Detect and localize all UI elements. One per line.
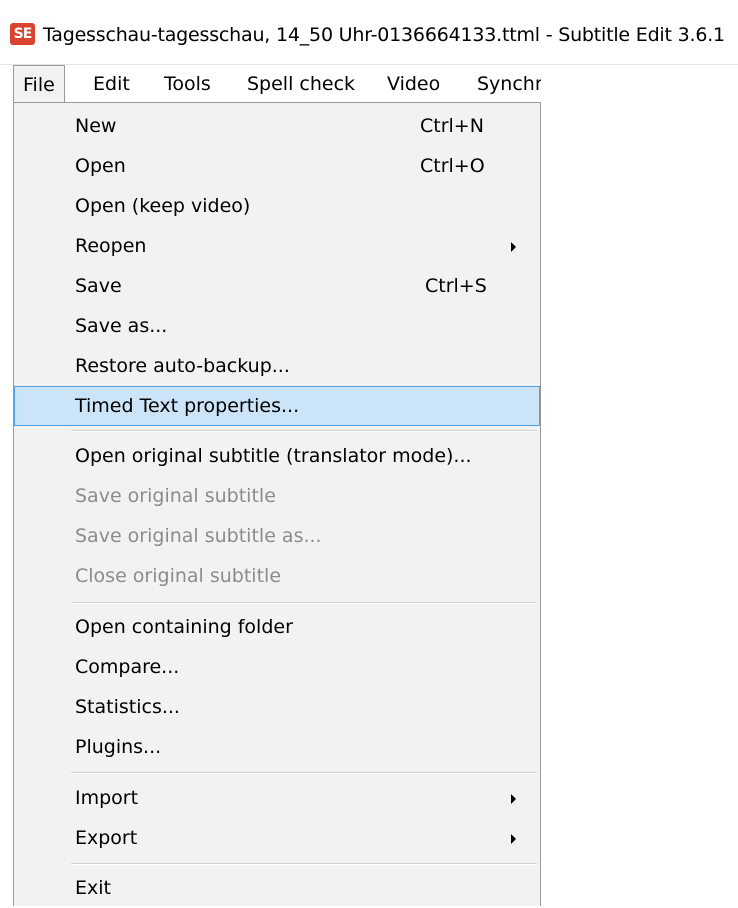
menu-item-timed-text-properties[interactable]: Timed Text properties... — [14, 386, 540, 426]
menu-item-label: Import — [75, 787, 139, 809]
menu-item-shortcut: Ctrl+S — [425, 275, 487, 297]
menu-item-label: Statistics... — [75, 696, 180, 718]
menu-item-open-keep-video[interactable]: Open (keep video) — [14, 186, 540, 226]
menu-item-label: Save — [75, 275, 122, 297]
menu-item-statistics[interactable]: Statistics... — [14, 687, 540, 727]
menu-item-restore-auto-backup[interactable]: Restore auto-backup... — [14, 346, 540, 386]
menu-file[interactable]: File — [13, 65, 65, 103]
menu-item-save-original-subtitle-as[interactable]: Save original subtitle as... — [14, 516, 540, 556]
menu-item-label: Open containing folder — [75, 616, 293, 638]
menu-item-label: Save original subtitle — [75, 485, 276, 507]
menu-item-label: Export — [75, 827, 138, 849]
menu-item-open-original-subtitle[interactable]: Open original subtitle (translator mode)… — [14, 436, 540, 476]
file-menu-dropdown: New Ctrl+N Open Ctrl+O Open (keep video)… — [13, 102, 541, 906]
title-bar: SE Tagesschau-tagesschau, 14_50 Uhr-0136… — [0, 0, 738, 65]
menu-item-label: Exit — [75, 877, 111, 899]
menu-edit[interactable]: Edit — [93, 65, 130, 103]
menu-separator — [71, 772, 537, 774]
window-title: Tagesschau-tagesschau, 14_50 Uhr-0136664… — [43, 24, 725, 46]
menu-item-label: Open original subtitle (translator mode)… — [75, 445, 472, 467]
menu-item-new[interactable]: New Ctrl+N — [14, 106, 540, 146]
menu-item-import[interactable]: Import — [14, 778, 540, 818]
menu-item-exit[interactable]: Exit — [14, 868, 540, 908]
menu-synchronization[interactable]: Synchr — [477, 65, 541, 103]
menu-spell-check[interactable]: Spell check — [247, 65, 355, 103]
menu-item-shortcut: Ctrl+O — [420, 155, 485, 177]
menu-item-label: Compare... — [75, 656, 180, 678]
menu-separator — [71, 602, 537, 604]
submenu-arrow-icon — [511, 794, 516, 804]
menu-item-open[interactable]: Open Ctrl+O — [14, 146, 540, 186]
menu-item-label: Timed Text properties... — [75, 395, 300, 417]
menu-item-plugins[interactable]: Plugins... — [14, 727, 540, 767]
menu-item-compare[interactable]: Compare... — [14, 647, 540, 687]
menu-item-label: Open — [75, 155, 126, 177]
submenu-arrow-icon — [511, 242, 516, 252]
menu-item-open-containing-folder[interactable]: Open containing folder — [14, 607, 540, 647]
menu-separator — [71, 863, 537, 865]
menu-separator — [71, 430, 537, 432]
subtitle-edit-logo-icon: SE — [10, 23, 35, 45]
menu-item-close-original-subtitle[interactable]: Close original subtitle — [14, 556, 540, 596]
menu-video[interactable]: Video — [387, 65, 440, 103]
menu-item-label: Save as... — [75, 315, 168, 337]
menu-item-label: Plugins... — [75, 736, 162, 758]
menu-item-label: Restore auto-backup... — [75, 355, 290, 377]
menu-tools[interactable]: Tools — [164, 65, 211, 103]
menu-item-label: Open (keep video) — [75, 195, 251, 217]
menu-item-save[interactable]: Save Ctrl+S — [14, 266, 540, 306]
menu-item-export[interactable]: Export — [14, 818, 540, 858]
menu-item-reopen[interactable]: Reopen — [14, 226, 540, 266]
menu-item-shortcut: Ctrl+N — [420, 115, 484, 137]
menu-item-label: New — [75, 115, 117, 137]
menu-item-label: Close original subtitle — [75, 565, 282, 587]
submenu-arrow-icon — [511, 834, 516, 844]
menu-item-save-original-subtitle[interactable]: Save original subtitle — [14, 476, 540, 516]
menu-item-label: Save original subtitle as... — [75, 525, 322, 547]
menu-item-save-as[interactable]: Save as... — [14, 306, 540, 346]
menu-bar: File Edit Tools Spell check Video Synchr — [13, 65, 541, 103]
menu-item-label: Reopen — [75, 235, 147, 257]
